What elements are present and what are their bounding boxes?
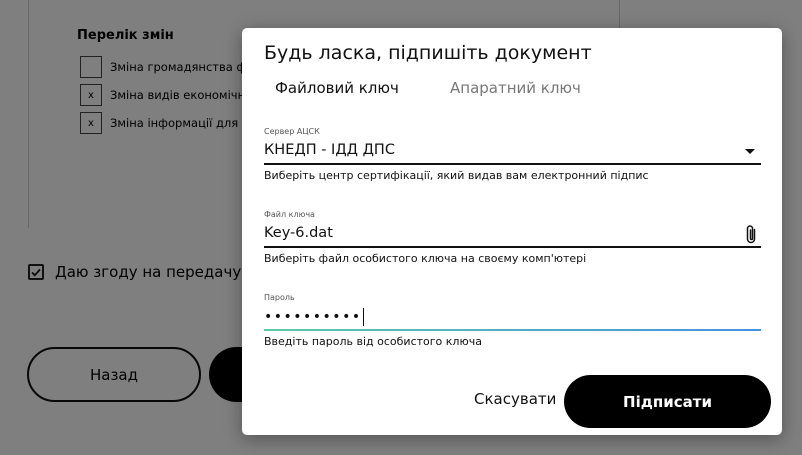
sign-document-dialog: Будь ласка, підпишіть документ Файловий … bbox=[242, 28, 782, 435]
password-value: •••••••••• bbox=[264, 309, 362, 325]
password-field: Пароль •••••••••• Введіть пароль від осо… bbox=[264, 293, 761, 353]
key-file-label: Файл ключа bbox=[264, 210, 315, 219]
server-field: Сервер АЦСК КНЕДП - ІДД ДПС Виберіть цен… bbox=[264, 127, 761, 187]
password-focus-underline bbox=[264, 329, 761, 331]
sign-button[interactable]: Підписати bbox=[564, 375, 771, 428]
key-file-helper: Виберіть файл особистого ключа на своєму… bbox=[264, 252, 587, 265]
key-file-input[interactable]: Key-6.dat bbox=[264, 220, 761, 248]
tab-file-key[interactable]: Файловий ключ bbox=[275, 79, 399, 97]
key-file-value: Key-6.dat bbox=[264, 225, 333, 241]
password-label: Пароль bbox=[264, 293, 295, 302]
chevron-down-icon[interactable] bbox=[745, 149, 755, 154]
paperclip-icon[interactable] bbox=[743, 224, 759, 246]
password-input[interactable]: •••••••••• bbox=[264, 303, 761, 331]
server-label: Сервер АЦСК bbox=[264, 127, 320, 136]
server-helper: Виберіть центр сертифікації, який видав … bbox=[264, 169, 649, 182]
key-file-field: Файл ключа Key-6.dat Виберіть файл особи… bbox=[264, 210, 761, 270]
dialog-title: Будь ласка, підпишіть документ bbox=[264, 42, 592, 64]
password-helper: Введіть пароль від особистого ключа bbox=[264, 335, 482, 348]
cancel-button[interactable]: Скасувати bbox=[474, 390, 556, 408]
server-select[interactable]: КНЕДП - ІДД ДПС bbox=[264, 137, 761, 165]
tab-hardware-key[interactable]: Апаратний ключ bbox=[450, 79, 581, 97]
server-value: КНЕДП - ІДД ДПС bbox=[264, 142, 395, 158]
text-cursor bbox=[362, 308, 364, 326]
